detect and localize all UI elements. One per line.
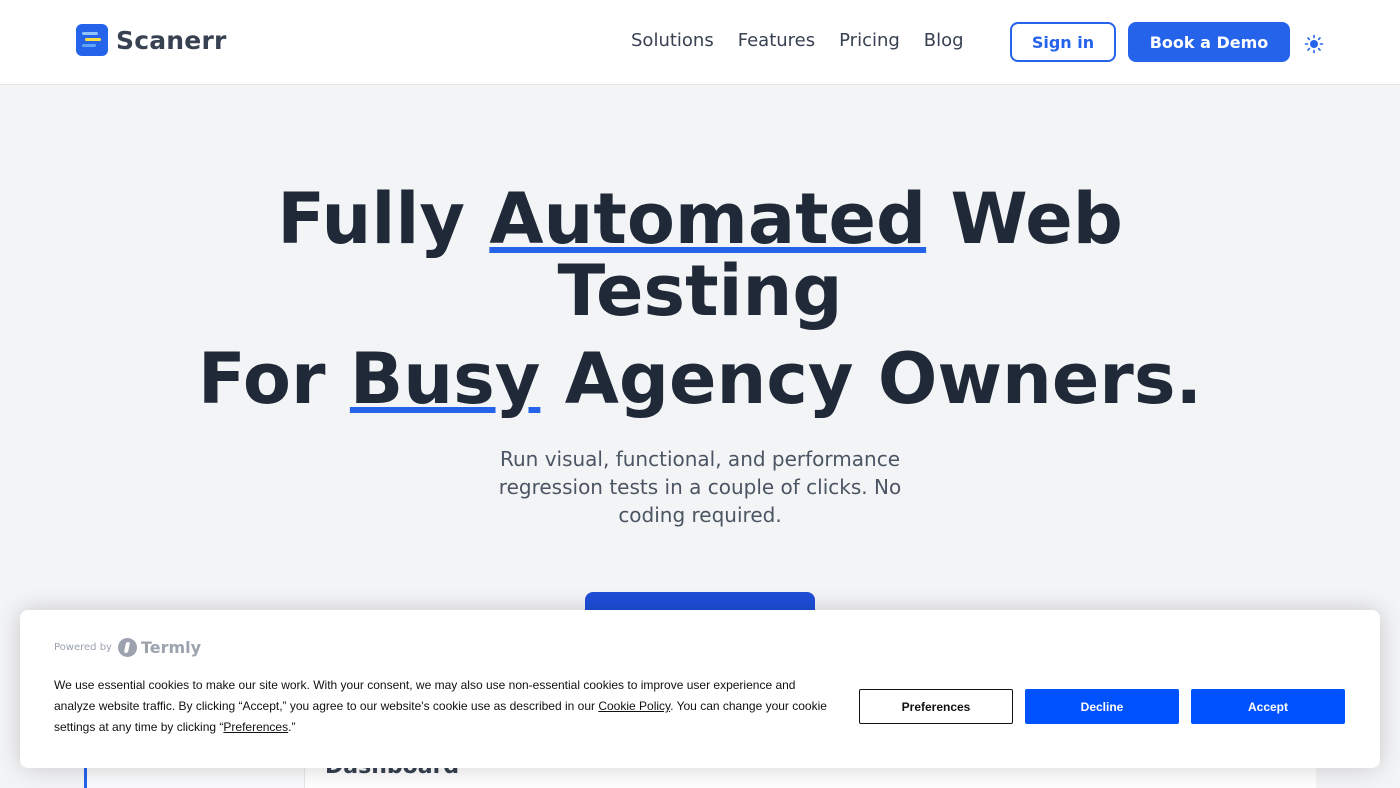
main-nav: Solutions Features Pricing Blog: [631, 30, 964, 51]
nav-pricing[interactable]: Pricing: [839, 30, 900, 51]
powered-by-termly: Powered by Termly: [54, 638, 201, 657]
cookie-text-3: .”: [288, 720, 296, 734]
book-demo-button[interactable]: Book a Demo: [1128, 22, 1290, 62]
site-header: Scanerr Solutions Features Pricing Blog …: [0, 0, 1400, 85]
hero-title-line-2: Testing: [557, 250, 843, 332]
nav-blog[interactable]: Blog: [924, 30, 964, 51]
cookie-message: We use essential cookies to make our sit…: [54, 675, 834, 738]
accept-button[interactable]: Accept: [1191, 689, 1345, 724]
decline-button[interactable]: Decline: [1025, 689, 1179, 724]
hero-title-line-3: For Busy Agency Owners.: [0, 343, 1400, 415]
hero-highlight-automated: Automated: [489, 178, 927, 260]
hero-text: Agency Owners.: [540, 338, 1203, 420]
hero-text: Web: [926, 178, 1123, 260]
logo-text: Scanerr: [116, 25, 227, 55]
logo[interactable]: Scanerr: [76, 24, 227, 56]
cookie-policy-link[interactable]: Cookie Policy: [598, 699, 670, 713]
cookie-banner: Powered by Termly We use essential cooki…: [20, 610, 1380, 768]
hero-text: For: [197, 338, 350, 420]
nav-solutions[interactable]: Solutions: [631, 30, 714, 51]
hero-highlight-busy: Busy: [349, 338, 541, 420]
hero-text: Fully: [277, 178, 490, 260]
hero-subtitle: Run visual, functional, and performance …: [498, 447, 902, 527]
hero-title-line-1: Fully Automated Web: [0, 183, 1400, 255]
nav-features[interactable]: Features: [738, 30, 815, 51]
sun-icon[interactable]: [1304, 34, 1324, 54]
preferences-button[interactable]: Preferences: [859, 689, 1013, 724]
termly-logo-icon: [117, 638, 137, 657]
preferences-link[interactable]: Preferences: [223, 720, 288, 734]
sign-in-button[interactable]: Sign in: [1010, 22, 1116, 62]
scanerr-logo-icon: [76, 24, 108, 56]
powered-by-label: Powered by: [54, 642, 112, 653]
termly-brand: Termly: [140, 638, 202, 657]
